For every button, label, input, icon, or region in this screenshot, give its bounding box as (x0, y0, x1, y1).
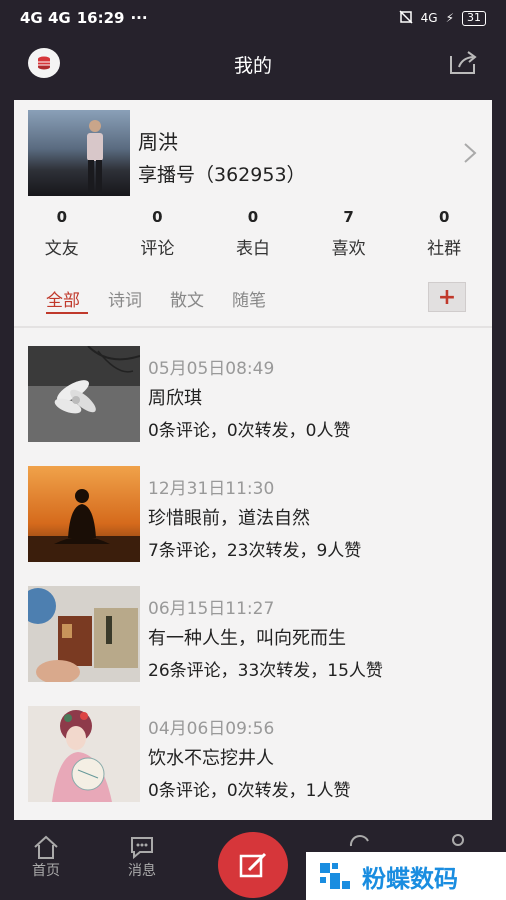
profile-card: 周洪 享播号（362953） 0 文友 0 评论 0 表白 7 喜欢 0 社群 … (14, 100, 492, 820)
post-date: 04月06日09:56 (148, 719, 275, 739)
post-list: 05月05日08:49 周欣琪 0条评论，0次转发，0人赞 12月31日11:3… (14, 340, 492, 820)
active-tab-indicator (46, 312, 88, 314)
chevron-right-icon[interactable] (462, 142, 478, 164)
tab-poetry[interactable]: 诗词 (108, 286, 142, 311)
share-icon[interactable] (448, 50, 478, 76)
stat-count: 0 (438, 208, 450, 226)
brand-logo-icon (320, 863, 350, 889)
charging-icon: ⚡ (445, 11, 454, 25)
category-tabs: 全部 诗词 散文 随笔 + (14, 278, 492, 320)
stat-count: 0 (152, 208, 163, 226)
nav-label-home: 首页 (32, 863, 60, 879)
avatar[interactable] (28, 110, 130, 196)
nav-home[interactable]: 首页 (16, 834, 76, 880)
post-date: 06月15日11:27 (148, 599, 275, 619)
tab-prose[interactable]: 散文 (170, 286, 204, 311)
list-item[interactable]: 12月31日11:30 珍惜眼前，道法自然 7条评论，23次转发，9人赞 (14, 460, 492, 580)
watermark-text: 粉蝶数码 (362, 864, 458, 893)
tab-all[interactable]: 全部 (46, 286, 80, 311)
post-thumbnail (28, 466, 140, 562)
stat-likes[interactable]: 7 喜欢 (301, 208, 397, 268)
stat-label: 评论 (140, 239, 175, 259)
page-title: 我的 (233, 54, 272, 77)
stat-groups[interactable]: 0 社群 (396, 208, 492, 268)
divider (14, 326, 492, 328)
title-bar: 我的 (0, 36, 506, 92)
post-stats: 0条评论，0次转发，0人赞 (148, 421, 351, 441)
signal-indicator: 4G 4G (20, 9, 71, 27)
coin-icon[interactable] (28, 48, 60, 78)
mute-icon (399, 9, 413, 27)
post-title: 周欣琪 (148, 388, 202, 409)
post-title: 饮水不忘挖井人 (148, 748, 274, 769)
edit-icon (239, 852, 267, 878)
post-stats: 26条评论，33次转发，15人赞 (148, 661, 383, 681)
stat-count: 7 (343, 208, 354, 226)
status-bar: 4G 4G 16:29 ··· 4G ⚡ 31 (0, 0, 506, 36)
profile-header[interactable]: 周洪 享播号（362953） (28, 110, 478, 206)
clock: 16:29 (76, 9, 125, 27)
battery-level: 31 (462, 10, 486, 26)
post-title: 珍惜眼前，道法自然 (148, 508, 310, 529)
list-item[interactable]: 05月05日08:49 周欣琪 0条评论，0次转发，0人赞 (14, 340, 492, 460)
post-date: 05月05日08:49 (148, 359, 275, 379)
post-date: 12月31日11:30 (148, 479, 275, 499)
home-icon (34, 835, 58, 859)
post-stats: 7条评论，23次转发，9人赞 (148, 541, 362, 561)
stat-count: 0 (56, 208, 68, 226)
profile-id: 享播号（362953） (138, 164, 306, 186)
list-item[interactable]: 06月15日11:27 有一种人生，叫向死而生 26条评论，33次转发，15人赞 (14, 580, 492, 700)
stat-label: 社群 (427, 239, 462, 259)
profile-name: 周洪 (138, 130, 178, 154)
nav-messages[interactable]: 消息 (112, 834, 172, 880)
stat-label: 文友 (44, 239, 79, 259)
stat-confessions[interactable]: 0 表白 (205, 208, 301, 268)
watermark-logo: 粉蝶数码 (306, 852, 506, 900)
nav-label-messages: 消息 (128, 863, 156, 879)
stat-friends[interactable]: 0 文友 (14, 208, 110, 268)
stat-comments[interactable]: 0 评论 (110, 208, 206, 268)
tab-essay[interactable]: 随笔 (232, 286, 266, 311)
stats-row: 0 文友 0 评论 0 表白 7 喜欢 0 社群 (14, 208, 492, 268)
post-stats: 0条评论，0次转发，1人赞 (148, 781, 351, 801)
compose-button[interactable] (218, 832, 288, 898)
add-button[interactable]: + (428, 282, 466, 312)
post-thumbnail (28, 706, 140, 802)
post-title: 有一种人生，叫向死而生 (148, 628, 346, 649)
stat-label: 喜欢 (331, 239, 366, 259)
bottom-nav: 首页 消息 粉蝶数码 (0, 822, 506, 900)
chat-bubble-icon (131, 837, 153, 860)
more-dots: ··· (130, 9, 148, 27)
stat-label: 表白 (235, 239, 270, 259)
post-thumbnail (28, 586, 140, 682)
list-item[interactable]: 04月06日09:56 饮水不忘挖井人 0条评论，0次转发，1人赞 (14, 700, 492, 820)
stat-count: 0 (247, 208, 259, 226)
post-thumbnail (28, 346, 140, 442)
network-type: 4G (420, 11, 438, 25)
